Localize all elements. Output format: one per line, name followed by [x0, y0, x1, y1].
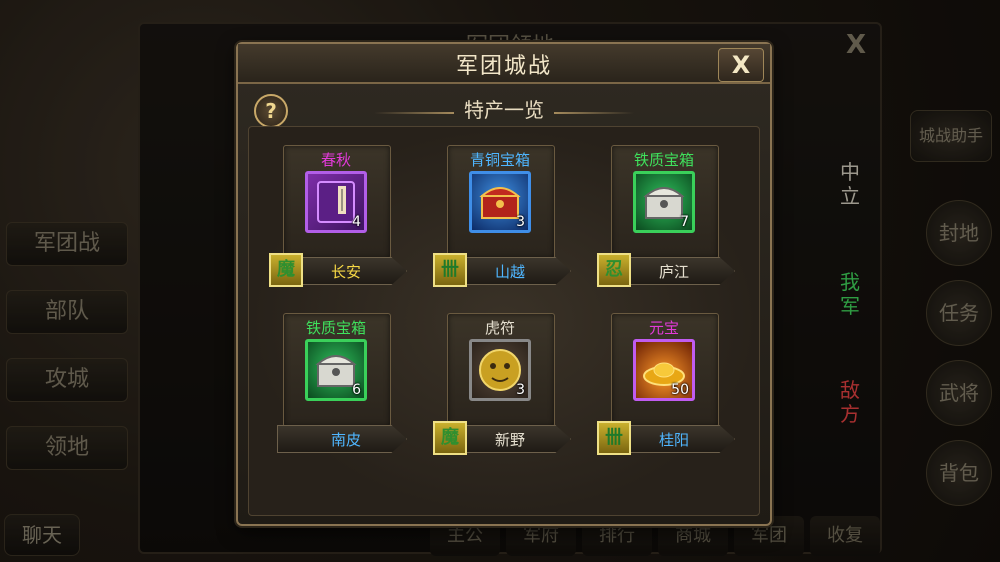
item-name: 虎符 — [484, 319, 515, 337]
item-count: 3 — [516, 214, 525, 230]
item-count: 6 — [352, 382, 361, 398]
item-name: 铁质宝箱 — [633, 151, 694, 169]
ornament-left-icon — [374, 111, 454, 114]
item-count: 7 — [680, 214, 689, 230]
specialty-card[interactable]: 春秋 4 长安 魔 — [269, 145, 407, 287]
tiger-tally-icon: 3 — [469, 339, 531, 401]
bronze-chest-icon: 3 — [469, 171, 531, 233]
item-name: 春秋 — [320, 151, 351, 169]
dialog-titlebar: 军团城战 X — [238, 44, 770, 84]
specialty-grid: 春秋 4 长安 魔 青铜宝箱 3 山越 卌 铁质宝箱 7 庐江 忍 铁质宝箱 6… — [248, 126, 760, 516]
book-icon: 4 — [305, 171, 367, 233]
section-title: 特产一览 — [464, 98, 544, 122]
item-name: 元宝 — [648, 319, 679, 337]
item-count: 4 — [352, 214, 361, 230]
item-name: 青铜宝箱 — [469, 151, 530, 169]
iron-chest-icon: 7 — [633, 171, 695, 233]
city-bar: 南皮 — [269, 423, 417, 453]
ornament-right-icon — [554, 111, 634, 114]
item-name: 铁质宝箱 — [305, 319, 366, 337]
close-button[interactable]: X — [718, 48, 764, 82]
city-name: 长安 — [330, 263, 361, 281]
faction-badge: 卌 — [433, 253, 467, 287]
city-name: 桂阳 — [658, 431, 689, 449]
item-count: 50 — [671, 382, 689, 398]
specialty-card[interactable]: 青铜宝箱 3 山越 卌 — [433, 145, 571, 287]
city-name: 山越 — [494, 263, 525, 281]
item-count: 3 — [516, 382, 525, 398]
legion-siege-dialog: 军团城战 X ? 特产一览 春秋 4 长安 魔 青铜宝箱 3 山越 卌 铁质宝箱… — [236, 42, 772, 526]
faction-badge: 忍 — [597, 253, 631, 287]
city-bar: 山越 卌 — [433, 253, 581, 287]
city-bar: 长安 魔 — [269, 253, 417, 287]
city-bar: 庐江 忍 — [597, 253, 745, 287]
iron-chest-icon: 6 — [305, 339, 367, 401]
section-header: 特产一览 — [238, 94, 770, 123]
specialty-card[interactable]: 铁质宝箱 7 庐江 忍 — [597, 145, 735, 287]
specialty-card[interactable]: 元宝 50 桂阳 卌 — [597, 313, 735, 455]
faction-badge: 卌 — [597, 421, 631, 455]
specialty-card[interactable]: 铁质宝箱 6 南皮 — [277, 313, 407, 453]
faction-badge: 魔 — [269, 253, 303, 287]
specialty-card[interactable]: 虎符 3 新野 魔 — [433, 313, 571, 455]
city-bar: 新野 魔 — [433, 421, 581, 455]
city-name: 庐江 — [658, 263, 689, 281]
city-name: 南皮 — [330, 431, 361, 449]
city-name: 新野 — [494, 431, 525, 449]
faction-badge: 魔 — [433, 421, 467, 455]
city-bar: 桂阳 卌 — [597, 421, 745, 455]
gold-ingot-icon: 50 — [633, 339, 695, 401]
dialog-title: 军团城战 — [455, 54, 552, 79]
